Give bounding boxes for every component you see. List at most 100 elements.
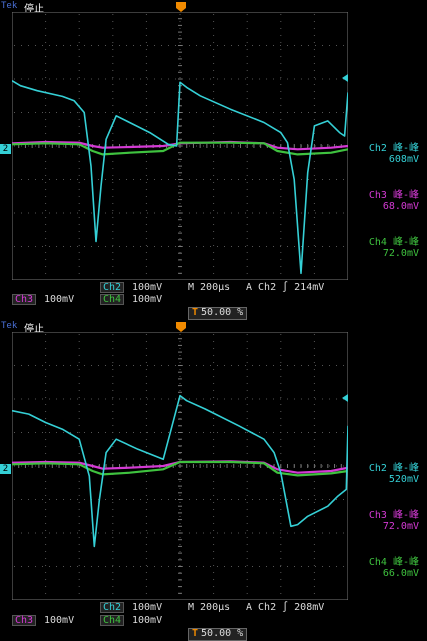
grid-dot [179,404,181,405]
grid-dot [14,566,15,567]
grid-dot [246,369,248,370]
grid-dot [161,398,162,400]
grid-dot [14,179,15,180]
grid-dot [213,112,215,113]
grid-dot [45,460,47,461]
grid-dot [147,532,148,534]
grid-dot [313,446,315,447]
grid-dot [313,217,315,218]
graticule-bottom [12,332,348,600]
grid-dot [213,376,215,377]
grid-dot [112,481,114,482]
grid-dot [294,45,295,46]
grid-dot [246,383,248,384]
grid-dot [49,566,50,567]
grid-dot [189,179,190,180]
grid-dot [161,112,162,113]
grid-dot [343,532,344,534]
ch3-label: Ch3 [12,294,37,305]
grid-dot [294,432,295,433]
grid-dot [246,551,248,552]
grid-dot [246,579,248,580]
grid-dot [266,78,267,80]
grid-dot [42,179,43,180]
grid-dot [322,398,323,400]
grid-dot [98,365,99,366]
grid-dot [45,355,47,356]
grid-dot [45,418,47,419]
grid-dot [308,398,309,400]
grid-dot [98,398,99,400]
grid-dot [21,465,22,467]
grid-dot [78,259,80,260]
grid-dot [45,182,47,183]
grid-dot [280,334,282,335]
grid-dot [78,341,80,342]
grid-dot [154,432,155,433]
grid-dot [313,21,315,22]
grid-dot [145,509,147,510]
grid-dot [246,425,248,426]
grid-dot [280,140,282,141]
grid-dot [313,439,315,440]
grid-dot [179,362,181,363]
grid-dot [213,537,215,538]
grid-dot [179,509,181,510]
grid-dot [280,593,282,594]
grid-dot [98,179,99,180]
grid-dot [245,566,246,567]
grid-dot [189,398,190,400]
grid-dot [45,112,47,113]
grid-dot [287,566,288,567]
grid-dot [145,411,147,412]
grid-dot [315,112,316,113]
grid-dot [213,238,215,239]
grid-dot [231,566,232,567]
grid-dot [313,341,315,342]
grid-dot [42,432,43,433]
grid-dot [45,572,47,573]
grid-dot [112,273,114,274]
grid-dot [45,245,47,246]
grid-dot [140,246,141,247]
grid-dot [313,481,315,482]
grid-dot [213,348,215,349]
grid-dot [213,175,215,176]
grid-dot [179,161,181,162]
grid-dot [78,376,80,377]
ch3-label: Ch3 [12,615,37,626]
grid-dot [78,91,80,92]
grid-dot [245,179,246,180]
grid-dot [213,523,215,524]
grid-dot [179,341,181,342]
grid-dot [213,439,215,440]
grid-dot [126,179,127,180]
grid-dot [329,432,330,433]
grid-dot [175,499,176,500]
grid-dot [266,179,267,180]
grid-dot [112,509,114,510]
grid-dot [175,246,176,247]
grid-dot [84,45,85,46]
grid-dot [84,432,85,433]
grid-dot [175,432,176,433]
grid-dot [77,246,78,247]
grid-dot [336,532,337,534]
grid-dot [70,78,71,80]
grid-dot [78,273,80,274]
ch3-scale: 100mV [44,615,75,626]
grid-dot [213,56,215,57]
grid-dot [45,49,47,50]
grid-dot [78,530,80,531]
grid-dot [78,42,80,43]
grid-dot [78,77,80,78]
grid-dot [112,404,114,405]
grid-dot [112,418,114,419]
grid-dot [78,551,80,552]
grid-dot [273,45,274,46]
grid-dot [78,509,80,510]
grid-dot [145,224,147,225]
grid-dot [246,439,248,440]
grid-dot [14,432,15,433]
grid-dot [98,532,99,534]
